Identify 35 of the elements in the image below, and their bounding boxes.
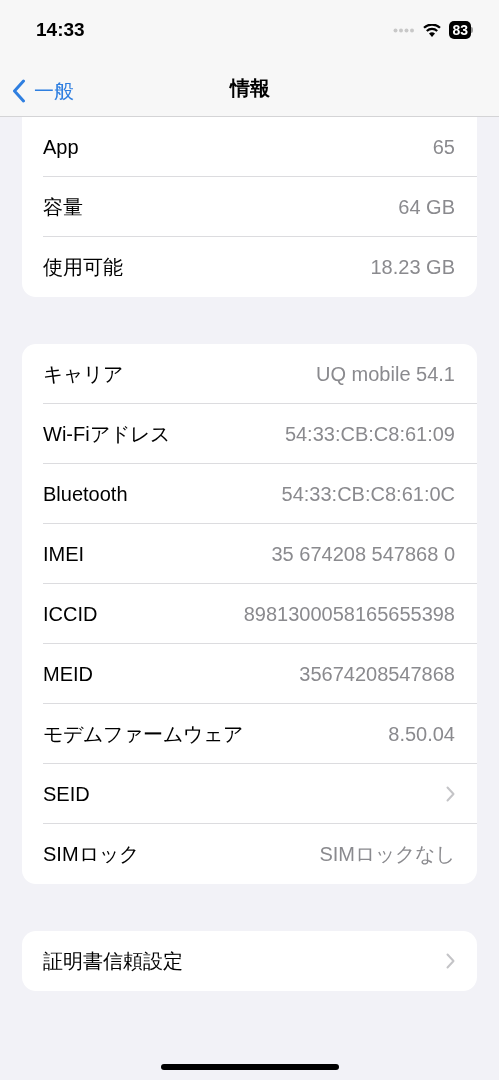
- row-label: 使用可能: [43, 255, 123, 280]
- row-value: 18.23 GB: [370, 255, 455, 280]
- row-value: SIMロックなし: [319, 842, 455, 867]
- status-time: 14:33: [36, 17, 85, 42]
- back-chevron-icon: [12, 79, 26, 103]
- settings-row[interactable]: SEID: [43, 764, 477, 824]
- row-value: 8.50.04: [388, 721, 455, 747]
- row-value: 65: [432, 134, 455, 160]
- signal-dots-icon: [393, 27, 416, 33]
- wifi-icon: [423, 23, 442, 37]
- row-value: 8981300058165655398: [243, 601, 455, 627]
- chevron-right-icon: [446, 785, 455, 802]
- row-label: キャリア: [43, 361, 123, 387]
- row-label: Wi-Fiアドレス: [43, 421, 170, 447]
- battery-level: 83: [449, 21, 471, 39]
- settings-row[interactable]: 証明書信頼設定: [43, 931, 477, 991]
- row-label: モデムファームウェア: [43, 721, 243, 747]
- row-value: 54:33:CB:C8:61:09: [284, 421, 455, 447]
- row-label: 証明書信頼設定: [43, 949, 183, 974]
- row-value: UQ mobile 54.1: [316, 361, 455, 387]
- back-button[interactable]: 一般: [12, 76, 74, 106]
- row-value: 35674208547868: [299, 661, 455, 687]
- row-label: ICCID: [43, 601, 98, 627]
- chevron-right-icon: [446, 953, 455, 969]
- row-value: 64 GB: [398, 194, 455, 220]
- row-value: 54:33:CB:C8:61:0C: [281, 481, 455, 507]
- row-label: 容量: [43, 194, 83, 220]
- row-label: SEID: [43, 781, 90, 807]
- row-label: MEID: [43, 661, 93, 687]
- row-label: IMEI: [43, 541, 85, 567]
- row-label: App: [43, 134, 79, 160]
- row-label: Bluetooth: [43, 481, 128, 507]
- row-value: 35 674208 547868 0: [271, 541, 455, 567]
- screen-title: 情報: [229, 76, 270, 101]
- row-label: SIMロック: [43, 842, 139, 867]
